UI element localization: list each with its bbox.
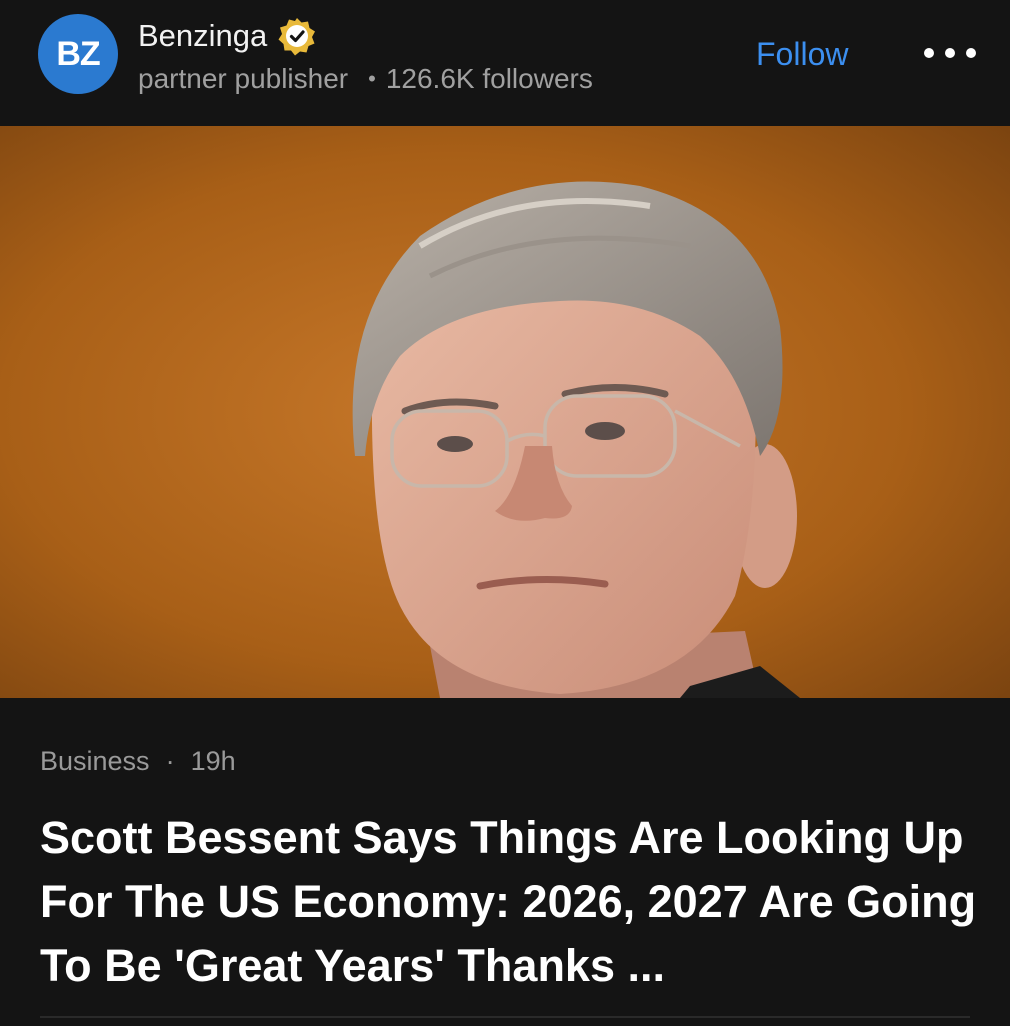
publisher-logo-text: BZ [56, 34, 100, 73]
publisher-name-row[interactable]: Benzinga [138, 14, 317, 58]
article-title[interactable]: Scott Bessent Says Things Are Looking Up… [40, 806, 980, 998]
publisher-role: partner publisher [138, 63, 349, 94]
publisher-avatar[interactable]: BZ [38, 14, 118, 94]
divider [40, 1016, 970, 1026]
publisher-meta: partner publisher • 126.6K followers [138, 62, 593, 96]
more-dot [945, 48, 955, 58]
portrait-photo [0, 126, 1010, 698]
article-category[interactable]: Business [40, 746, 150, 777]
article-age: 19h [190, 745, 236, 776]
more-dot [966, 48, 976, 58]
publisher-followers: 126.6K followers [385, 63, 593, 94]
follow-button[interactable]: Follow [756, 34, 848, 74]
more-options-icon[interactable] [924, 40, 976, 66]
publisher-header: BZ Benzinga partner publisher • 126.6K f… [0, 0, 1010, 126]
meta-separator: · [165, 745, 175, 776]
article-meta: Business · 19h [40, 744, 236, 778]
publisher-name[interactable]: Benzinga [138, 18, 267, 54]
article-hero-image[interactable] [0, 126, 1010, 698]
verified-badge-icon [278, 18, 316, 56]
more-dot [924, 48, 934, 58]
meta-separator: • [368, 66, 376, 91]
